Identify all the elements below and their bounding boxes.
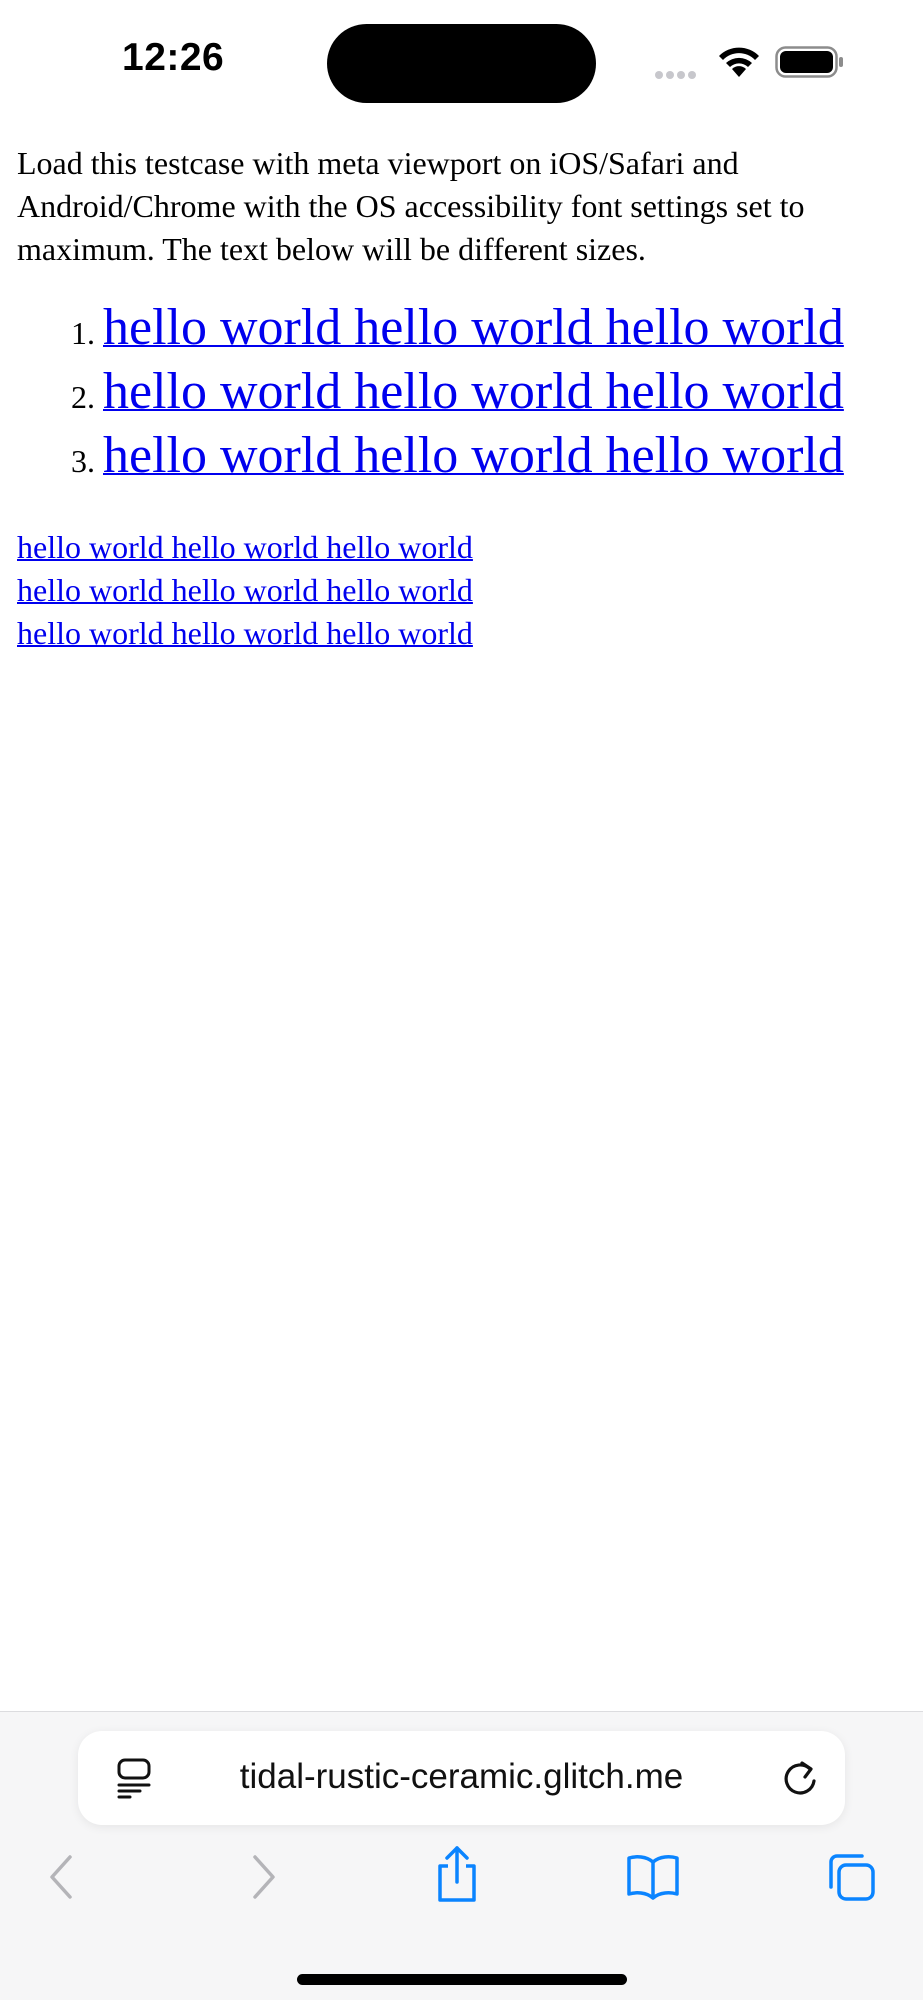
reload-icon[interactable]	[780, 1757, 820, 1799]
status-bar: 12:26	[0, 0, 923, 120]
list-item: hello world hello world hello world	[103, 424, 907, 488]
home-indicator[interactable]	[297, 1974, 627, 1985]
large-link-2[interactable]: hello world hello world hello world	[103, 363, 844, 420]
list-item: hello world hello world hello world	[103, 360, 907, 424]
small-link-3[interactable]: hello world hello world hello world	[17, 612, 473, 655]
small-link-group: hello world hello world hello world hell…	[17, 526, 907, 655]
large-link-1[interactable]: hello world hello world hello world	[103, 299, 844, 356]
list-item: hello world hello world hello world	[103, 296, 907, 360]
forward-button[interactable]	[249, 1852, 279, 1902]
small-link-1[interactable]: hello world hello world hello world	[17, 526, 473, 569]
status-time: 12:26	[122, 36, 225, 79]
intro-paragraph: Load this testcase with meta viewport on…	[17, 145, 805, 267]
large-link-3[interactable]: hello world hello world hello world	[103, 427, 844, 484]
web-content: Load this testcase with meta viewport on…	[17, 142, 907, 655]
back-button[interactable]	[46, 1852, 76, 1902]
url-text[interactable]: tidal-rustic-ceramic.glitch.me	[78, 1757, 845, 1797]
address-bar[interactable]: tidal-rustic-ceramic.glitch.me	[78, 1731, 845, 1825]
large-link-list: hello world hello world hello world hell…	[17, 296, 907, 488]
small-link-2[interactable]: hello world hello world hello world	[17, 569, 473, 612]
navigation-row	[0, 1846, 923, 1912]
dynamic-island	[327, 24, 596, 103]
wifi-icon	[719, 47, 759, 77]
browser-toolbar: tidal-rustic-ceramic.glitch.me	[0, 1711, 923, 2000]
battery-icon	[775, 46, 843, 78]
share-button[interactable]	[434, 1844, 480, 1904]
tabs-button[interactable]	[826, 1852, 876, 1902]
cellular-signal-icon	[655, 66, 699, 84]
bookmarks-button[interactable]	[626, 1852, 680, 1900]
